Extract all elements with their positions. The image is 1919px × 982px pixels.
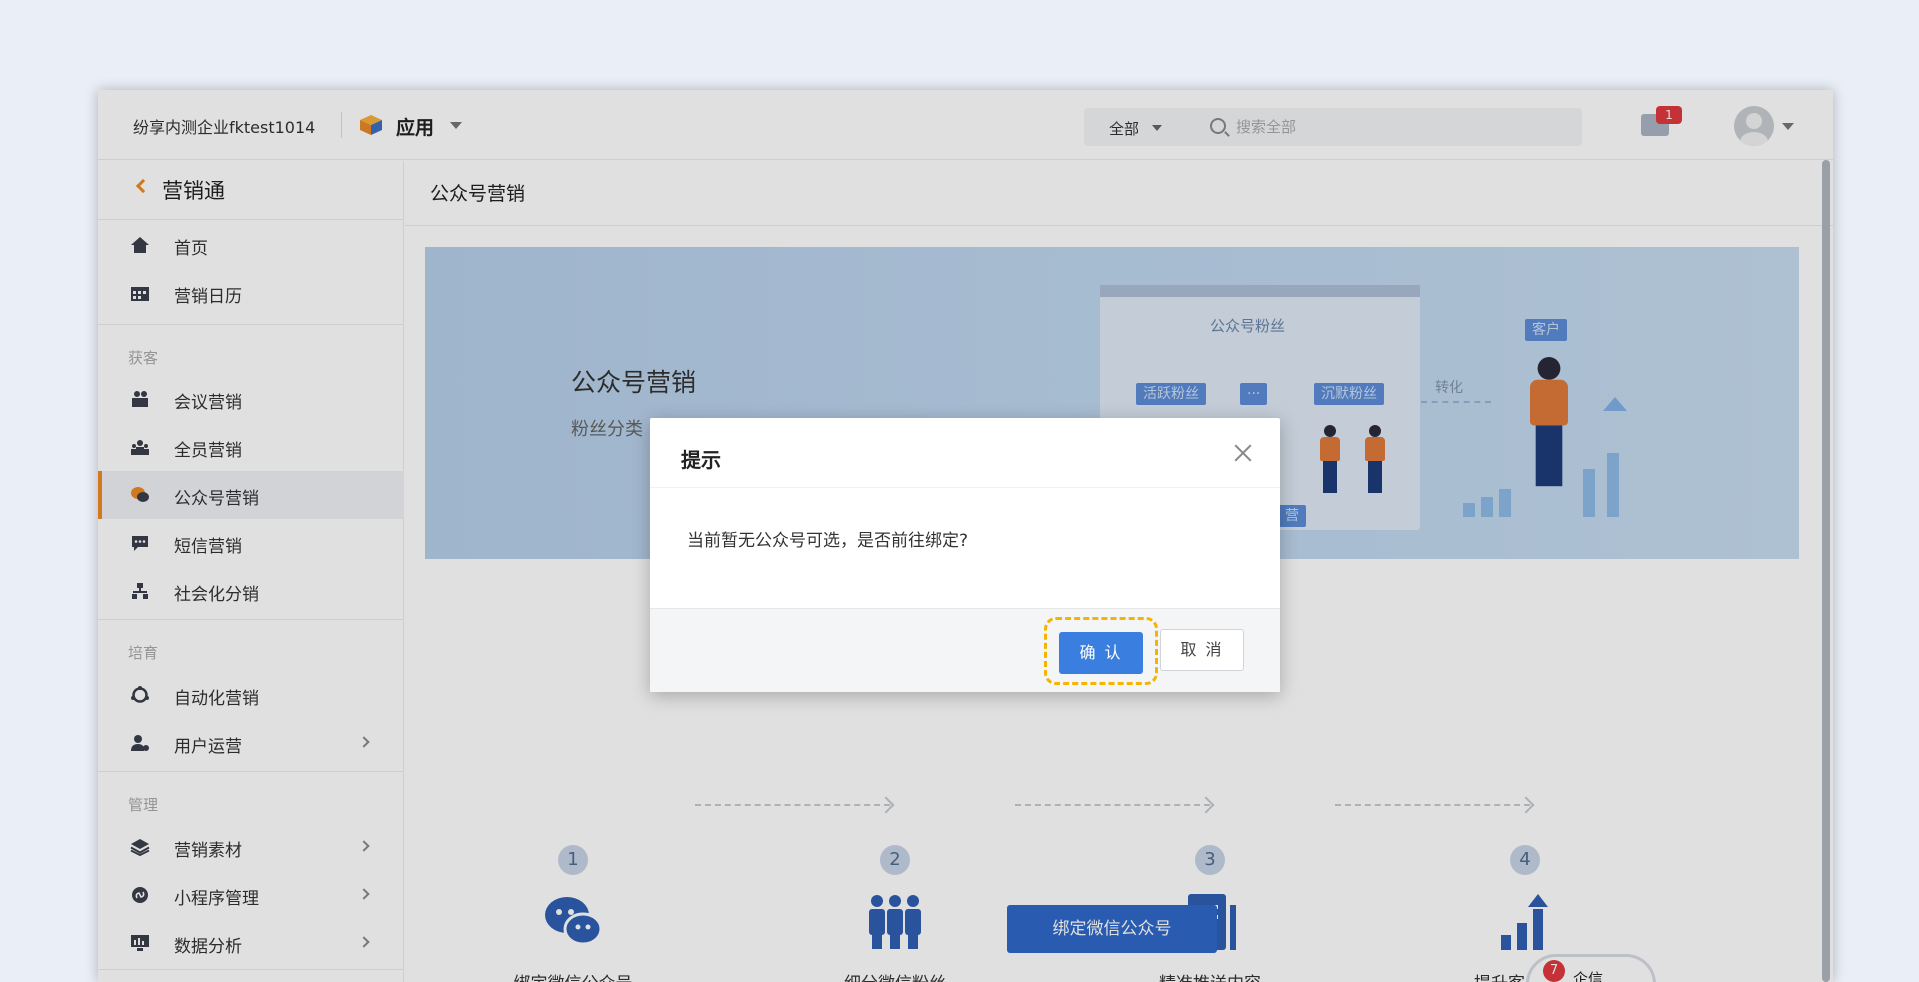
dialog-header: 提示 [650, 418, 1280, 488]
dialog-footer: 确 认 取 消 [650, 608, 1280, 692]
prompt-dialog: 提示 当前暂无公众号可选，是否前往绑定? 确 认 取 消 [650, 418, 1280, 692]
confirm-highlight: 确 认 [1044, 617, 1158, 685]
scrollbar[interactable] [1822, 160, 1830, 982]
close-icon[interactable] [1232, 442, 1254, 464]
dialog-title: 提示 [681, 448, 721, 472]
cancel-button[interactable]: 取 消 [1160, 629, 1244, 671]
dialog-message: 当前暂无公众号可选，是否前往绑定? [687, 531, 969, 551]
confirm-button[interactable]: 确 认 [1059, 632, 1143, 674]
